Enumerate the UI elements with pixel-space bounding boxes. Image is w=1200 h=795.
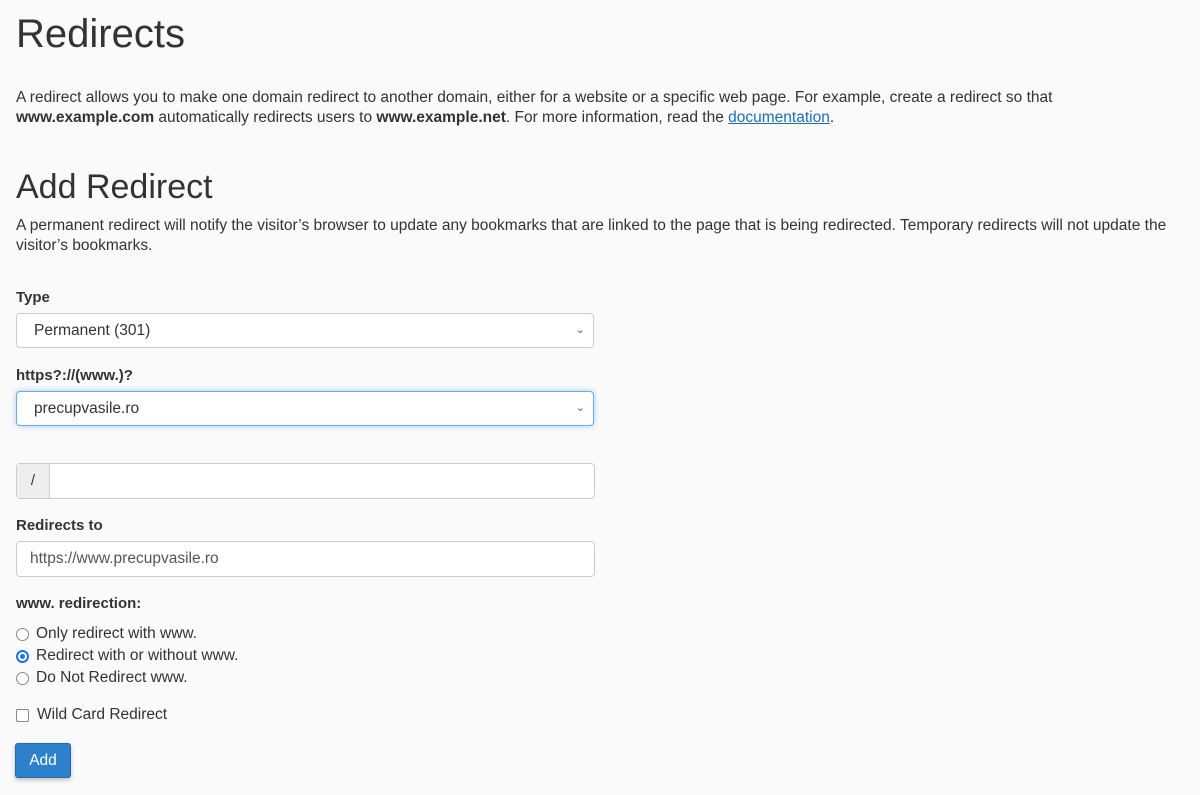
section-description: A permanent redirect will notify the vis… <box>16 217 1167 254</box>
radio-label: Redirect with or without www. <box>36 647 239 664</box>
chevron-down-icon: ⌄ <box>575 402 585 414</box>
example-net: www.example.net <box>376 109 506 126</box>
add-button[interactable]: Add <box>15 743 71 778</box>
intro-part: . <box>829 109 835 126</box>
intro-part: A redirect allows you to make one domain… <box>16 89 1053 106</box>
type-select-value: Permanent (301) <box>34 322 151 339</box>
intro-part: automatically redirects users to <box>154 109 377 126</box>
type-label: Type <box>16 289 50 306</box>
path-input-group: / <box>16 463 595 499</box>
intro-part: . For more information, read the <box>505 109 729 126</box>
domain-select-value: precupvasile.ro <box>34 400 140 417</box>
path-input[interactable] <box>50 464 594 498</box>
radio-button[interactable] <box>16 671 29 685</box>
section-title: Add Redirect <box>16 168 213 206</box>
radio-do-not-redirect-www[interactable]: Do Not Redirect www. <box>16 669 188 687</box>
type-select[interactable]: Permanent (301) ⌄ <box>16 313 594 348</box>
path-prefix: / <box>17 464 50 498</box>
radio-label: Do Not Redirect www. <box>36 669 188 686</box>
checkbox[interactable] <box>16 708 29 722</box>
domain-label: https?://(www.)? <box>16 367 133 384</box>
radio-label: Only redirect with www. <box>36 625 198 642</box>
checkbox-label: Wild Card Redirect <box>37 706 168 723</box>
domain-select[interactable]: precupvasile.ro ⌄ <box>16 391 594 426</box>
www-redirection-label: www. redirection: <box>16 595 142 612</box>
example-com: www.example.com <box>16 109 155 126</box>
page-title: Redirects <box>16 12 185 56</box>
radio-button[interactable] <box>16 649 29 663</box>
intro-text: A redirect allows you to make one domain… <box>16 88 1186 128</box>
radio-with-or-without-www[interactable]: Redirect with or without www. <box>16 647 238 665</box>
redirects-to-input[interactable] <box>16 541 595 577</box>
chevron-down-icon: ⌄ <box>575 324 585 336</box>
radio-only-www[interactable]: Only redirect with www. <box>16 625 197 643</box>
redirects-to-label: Redirects to <box>16 517 103 534</box>
wildcard-redirect-checkbox[interactable]: Wild Card Redirect <box>16 706 167 724</box>
documentation-link[interactable]: documentation <box>728 109 830 126</box>
radio-button[interactable] <box>16 627 29 641</box>
